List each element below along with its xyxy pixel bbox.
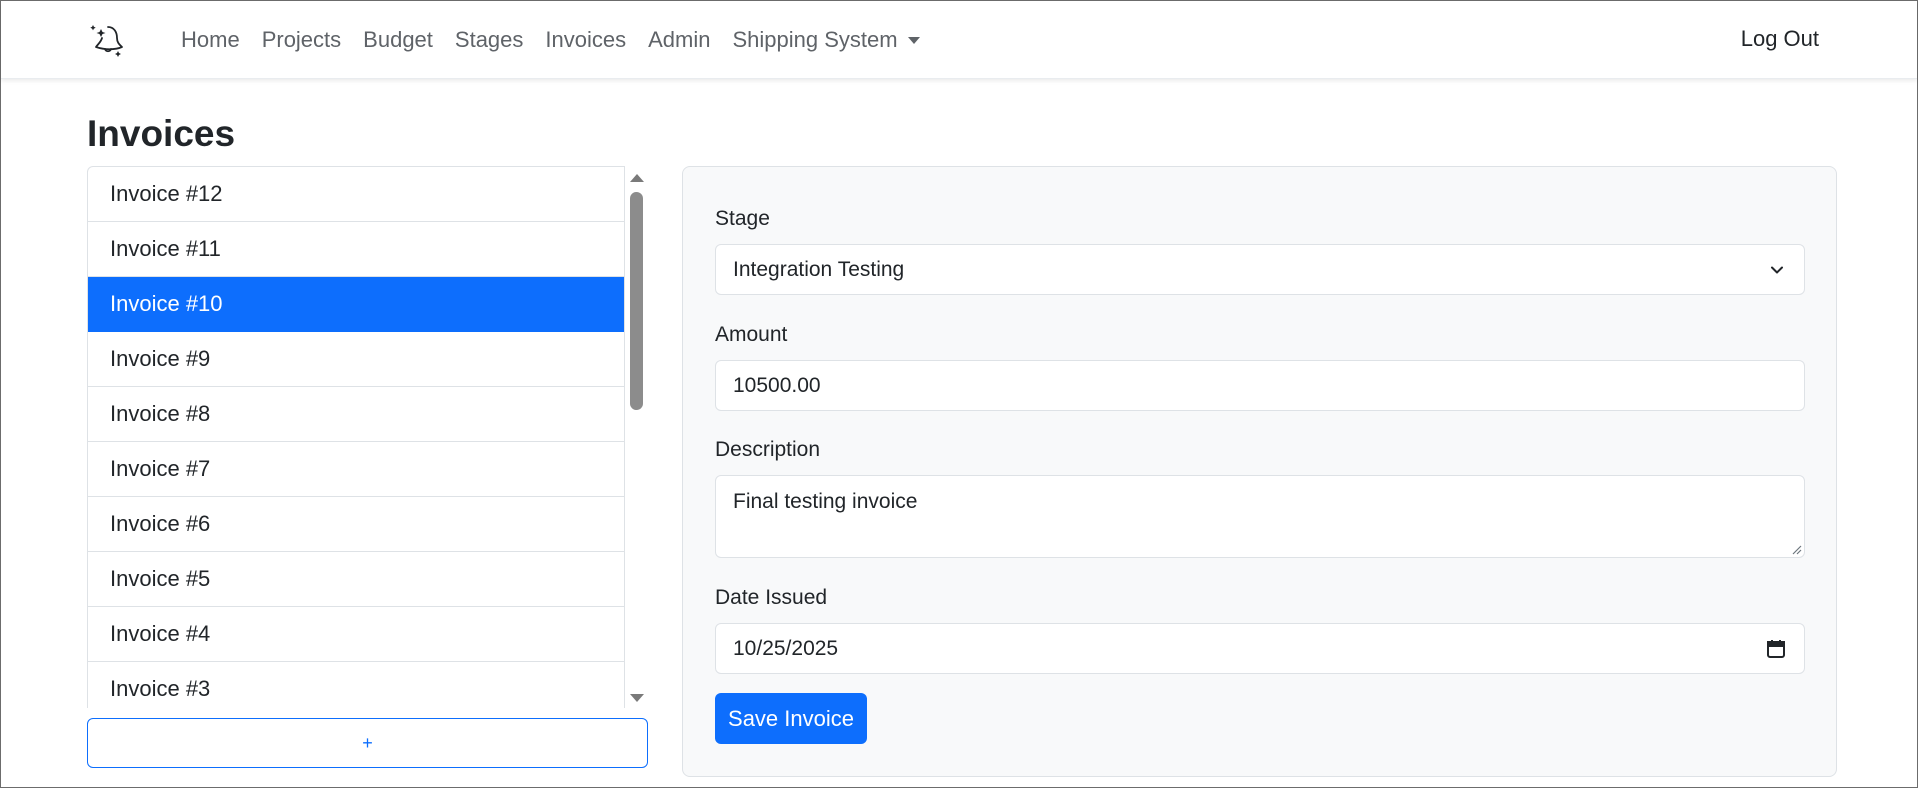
scrollbar-thumb[interactable] bbox=[630, 192, 643, 410]
invoice-list-item[interactable]: Invoice #5 bbox=[88, 552, 624, 607]
page-title: Invoices bbox=[87, 113, 236, 154]
invoice-list-container: Invoice #12 Invoice #11 Invoice #10 Invo… bbox=[87, 166, 648, 708]
add-invoice-button[interactable]: + bbox=[87, 718, 648, 768]
date-issued-input[interactable]: 10/25/2025 bbox=[715, 623, 1805, 674]
invoice-form: Stage Integration Testing Amount 10500.0… bbox=[682, 166, 1837, 777]
scroll-down-arrow-icon[interactable] bbox=[630, 694, 644, 702]
stage-select-value: Integration Testing bbox=[733, 257, 905, 281]
bell-sparkle-icon[interactable] bbox=[87, 21, 127, 59]
invoice-list-item[interactable]: Invoice #3 bbox=[88, 662, 624, 708]
description-textarea[interactable]: Final testing invoice bbox=[715, 475, 1805, 558]
top-navbar: Home Projects Budget Stages Invoices Adm… bbox=[1, 1, 1917, 79]
nav-shipping-system-dropdown[interactable]: Shipping System bbox=[732, 27, 920, 53]
chevron-down-icon bbox=[1771, 266, 1783, 274]
invoice-list-item[interactable]: Invoice #12 bbox=[88, 167, 624, 222]
nav-budget[interactable]: Budget bbox=[363, 27, 433, 53]
stage-label: Stage bbox=[715, 207, 770, 230]
invoice-list: Invoice #12 Invoice #11 Invoice #10 Invo… bbox=[87, 166, 625, 708]
nav-stages[interactable]: Stages bbox=[455, 27, 524, 53]
nav-projects[interactable]: Projects bbox=[262, 27, 341, 53]
calendar-icon[interactable] bbox=[1765, 638, 1787, 660]
invoice-list-item[interactable]: Invoice #11 bbox=[88, 222, 624, 277]
nav-admin[interactable]: Admin bbox=[648, 27, 710, 53]
invoice-list-item[interactable]: Invoice #7 bbox=[88, 442, 624, 497]
description-label: Description bbox=[715, 438, 821, 461]
nav-invoices[interactable]: Invoices bbox=[545, 27, 626, 53]
invoice-list-item[interactable]: Invoice #8 bbox=[88, 387, 624, 442]
nav-home[interactable]: Home bbox=[181, 27, 240, 53]
invoice-list-item[interactable]: Invoice #6 bbox=[88, 497, 624, 552]
invoice-list-item[interactable]: Invoice #4 bbox=[88, 607, 624, 662]
caret-down-icon bbox=[907, 36, 920, 44]
save-invoice-button[interactable]: Save Invoice bbox=[715, 693, 867, 744]
nav-shipping-system-label: Shipping System bbox=[732, 27, 898, 52]
resize-handle-icon[interactable] bbox=[1790, 543, 1802, 555]
amount-input[interactable]: 10500.00 bbox=[715, 360, 1805, 411]
invoice-list-item[interactable]: Invoice #9 bbox=[88, 332, 624, 387]
amount-label: Amount bbox=[715, 323, 788, 346]
stage-select[interactable]: Integration Testing bbox=[715, 244, 1805, 295]
description-textarea-value: Final testing invoice bbox=[733, 490, 918, 513]
logout-link[interactable]: Log Out bbox=[1741, 26, 1819, 52]
scroll-up-arrow-icon[interactable] bbox=[630, 174, 644, 182]
date-issued-label: Date Issued bbox=[715, 586, 828, 609]
invoice-list-item-active[interactable]: Invoice #10 bbox=[88, 277, 624, 332]
date-issued-value: 10/25/2025 bbox=[733, 636, 839, 660]
amount-input-value: 10500.00 bbox=[733, 373, 821, 397]
